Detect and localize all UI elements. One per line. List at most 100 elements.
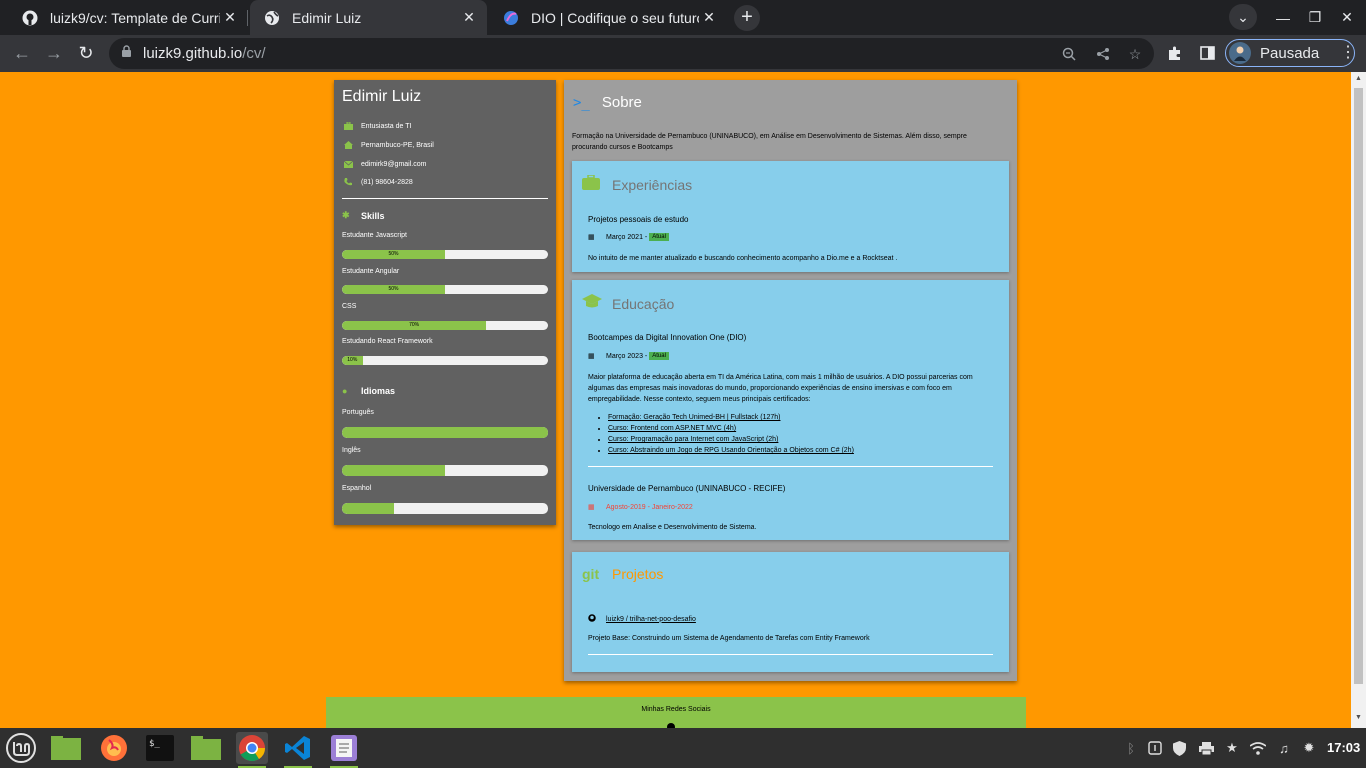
- text-editor-icon[interactable]: [328, 732, 360, 768]
- mint-menu-icon[interactable]: [5, 732, 37, 764]
- share-icon[interactable]: [1094, 45, 1112, 63]
- window-close-icon[interactable]: ✕: [1331, 0, 1363, 35]
- info-location: Pernambuco-PE, Brasil: [342, 140, 434, 150]
- close-icon[interactable]: ✕: [699, 9, 719, 26]
- tab-title: Edimir Luiz: [292, 9, 362, 26]
- education-title: Universidade de Pernambuco (UNINABUCO - …: [588, 484, 786, 493]
- zoom-icon[interactable]: [1060, 45, 1078, 63]
- project-description: Projeto Base: Construindo um Sistema de …: [588, 635, 870, 642]
- graduation-cap-icon: [582, 294, 602, 313]
- git-icon: git: [582, 566, 600, 582]
- show-desktop-icon[interactable]: [50, 732, 82, 764]
- tab-edimir-luiz[interactable]: Edimir Luiz ✕: [250, 0, 487, 35]
- certificate-link[interactable]: Curso: Abstraindo um Jogo de RPG Usando …: [608, 447, 854, 454]
- project-repo: luizk9 / trilha-net-poo-desafio: [588, 614, 696, 624]
- star-icon[interactable]: ★: [1223, 739, 1241, 757]
- minimize-icon[interactable]: —: [1267, 0, 1299, 35]
- bookmark-star-icon[interactable]: ☆: [1126, 45, 1144, 63]
- firefox-icon[interactable]: [98, 732, 130, 764]
- language-label: Inglês: [342, 447, 361, 454]
- projetos-title: Projetos: [612, 566, 664, 582]
- footer-text: Minhas Redes Sociais: [641, 706, 711, 713]
- sobre-heading: >_ Sobre: [573, 94, 642, 111]
- files-icon[interactable]: [190, 732, 222, 764]
- bluetooth-icon[interactable]: ᛒ: [1122, 739, 1140, 757]
- printer-icon[interactable]: [1197, 739, 1215, 757]
- educacao-heading: Educação: [582, 294, 674, 313]
- skills-title: Skills: [361, 210, 385, 221]
- scroll-down-icon[interactable]: ▼: [1354, 714, 1363, 721]
- globe-icon: ●: [342, 386, 348, 396]
- extensions-icon[interactable]: [1164, 42, 1186, 64]
- certificate-link[interactable]: Curso: Frontend com ASP.NET MVC (4h): [608, 425, 736, 432]
- info-text: Entusiasta de TI: [361, 122, 412, 130]
- close-icon[interactable]: ✕: [220, 9, 240, 26]
- update-manager-icon[interactable]: [1146, 739, 1164, 757]
- repo-link[interactable]: luizk9 / trilha-net-poo-desafio: [606, 616, 696, 623]
- certificate-link[interactable]: Curso: Programação para Internet com Jav…: [608, 436, 778, 443]
- info-text: edimirk9@gmail.com: [361, 160, 427, 168]
- close-icon[interactable]: ✕: [459, 9, 479, 26]
- side-panel-icon[interactable]: [1196, 42, 1218, 64]
- skill-bar-fill: 10%: [342, 356, 363, 365]
- scroll-up-icon[interactable]: ▲: [1354, 75, 1363, 82]
- skill-bar: 10%: [342, 356, 548, 365]
- language-bar-fill: [342, 427, 548, 438]
- clock[interactable]: 17:03: [1327, 740, 1360, 755]
- briefcase-icon: [342, 121, 354, 131]
- experience-title: Projetos pessoais de estudo: [588, 215, 689, 224]
- chrome-icon[interactable]: [236, 732, 268, 768]
- certificates-list: Formação: Geração Tech Unimed-BH | Fulls…: [608, 412, 854, 456]
- terminal-icon[interactable]: $_: [144, 732, 176, 764]
- skill-bar-fill: 50%: [342, 250, 445, 259]
- skill-bar: 50%: [342, 285, 548, 294]
- education-description: Maior plataforma de educação aberta em T…: [588, 374, 973, 403]
- profile-label: Pausada: [1260, 44, 1320, 62]
- globe-icon: [264, 10, 280, 26]
- asterisk-icon: ✱: [342, 210, 350, 220]
- skill-label: Estudante Javascript: [342, 232, 407, 239]
- github-icon: [588, 614, 598, 624]
- lock-icon: [121, 44, 135, 63]
- divider: [588, 466, 993, 467]
- status-badge: Atual: [649, 233, 669, 241]
- shield-icon[interactable]: [1170, 739, 1188, 757]
- vscode-icon[interactable]: [282, 732, 314, 768]
- scrollbar[interactable]: ▲ ▼: [1351, 72, 1366, 728]
- sobre-title: Sobre: [601, 94, 642, 111]
- educacao-title: Educação: [612, 295, 675, 312]
- brightness-icon[interactable]: ✹: [1300, 739, 1318, 757]
- new-tab-button[interactable]: +: [734, 5, 760, 31]
- projetos-heading: git Projetos: [582, 566, 663, 582]
- reload-icon[interactable]: ↻: [73, 40, 99, 66]
- date-text: Março 2021 -: [606, 233, 648, 241]
- forward-icon[interactable]: →: [41, 40, 67, 66]
- back-icon[interactable]: ←: [9, 40, 35, 66]
- github-icon: [22, 10, 38, 26]
- languages-title: Idiomas: [361, 386, 396, 396]
- divider: [342, 198, 548, 199]
- skills-heading: ✱ Skills: [342, 210, 385, 221]
- music-note-icon[interactable]: ♫: [1275, 739, 1293, 757]
- scrollbar-thumb[interactable]: [1354, 88, 1363, 684]
- skill-label: CSS: [342, 303, 357, 310]
- menu-kebab-icon[interactable]: ⋮: [1338, 42, 1358, 62]
- certificate-link[interactable]: Formação: Geração Tech Unimed-BH | Fulls…: [608, 414, 780, 421]
- tab-search-icon[interactable]: ⌄: [1229, 4, 1257, 30]
- educacao-panel: Educação Bootcampes da Digital Innovatio…: [572, 280, 1009, 540]
- tab-github[interactable]: luizk9/cv: Template de Curriculo ✕: [8, 0, 248, 35]
- address-bar[interactable]: luizk9.github.io/cv/ ☆: [109, 38, 1154, 69]
- tab-dio[interactable]: DIO | Codifique o seu futuro g ✕: [489, 0, 727, 35]
- tab-title: DIO | Codifique o seu futuro g: [531, 9, 699, 26]
- experience-description: No intuito de me manter atualizado e bus…: [588, 255, 898, 262]
- envelope-icon: [342, 159, 354, 169]
- list-item: Curso: Frontend com ASP.NET MVC (4h): [608, 423, 854, 434]
- wifi-icon[interactable]: [1249, 739, 1267, 757]
- divider: [588, 654, 993, 655]
- maximize-icon[interactable]: ❐: [1299, 0, 1331, 35]
- language-bar: [342, 503, 548, 514]
- page-viewport: Edimir Luiz Entusiasta de TI Pernambuco-…: [0, 72, 1351, 728]
- language-label: Espanhol: [342, 485, 372, 492]
- profile-button[interactable]: Pausada: [1225, 39, 1355, 67]
- experience-date: ▦ Março 2021 - Atual: [588, 233, 669, 241]
